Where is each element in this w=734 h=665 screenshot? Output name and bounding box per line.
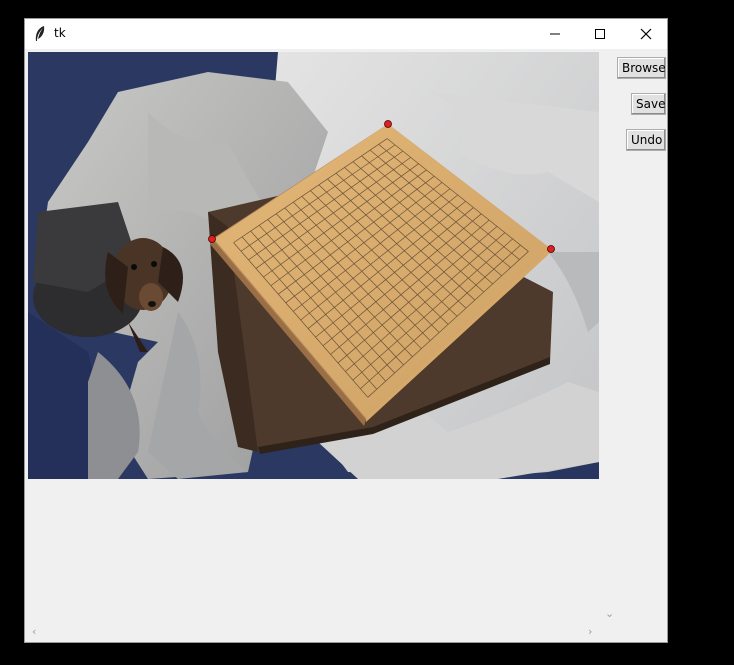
undo-button[interactable]: Undo bbox=[626, 129, 666, 151]
window-title: tk bbox=[54, 26, 66, 40]
scroll-left-arrow[interactable]: ‹ bbox=[32, 625, 36, 638]
corner-marker-left[interactable] bbox=[208, 235, 216, 243]
app-window: tk ⌄ ‹ › Browse Save Undo bbox=[24, 18, 668, 643]
scroll-right-arrow[interactable]: › bbox=[588, 625, 592, 638]
title-bar: tk bbox=[25, 19, 667, 49]
browse-button[interactable]: Browse bbox=[617, 57, 666, 79]
corner-marker-top[interactable] bbox=[384, 120, 392, 128]
close-icon bbox=[640, 28, 652, 40]
photo bbox=[28, 52, 599, 479]
horizontal-scrollbar[interactable]: ‹ › bbox=[26, 625, 601, 642]
minimize-icon bbox=[550, 33, 560, 35]
scroll-down-arrow[interactable]: ⌄ bbox=[605, 607, 614, 620]
tk-feather-icon bbox=[35, 26, 45, 41]
image-canvas[interactable] bbox=[26, 50, 602, 627]
vertical-scrollbar[interactable]: ⌄ bbox=[601, 50, 618, 627]
maximize-button[interactable] bbox=[577, 19, 623, 49]
maximize-icon bbox=[595, 29, 605, 39]
photo-render bbox=[28, 52, 599, 479]
save-button[interactable]: Save bbox=[631, 93, 666, 115]
close-button[interactable] bbox=[623, 19, 669, 49]
minimize-button[interactable] bbox=[532, 19, 578, 49]
corner-marker-right[interactable] bbox=[547, 245, 555, 253]
